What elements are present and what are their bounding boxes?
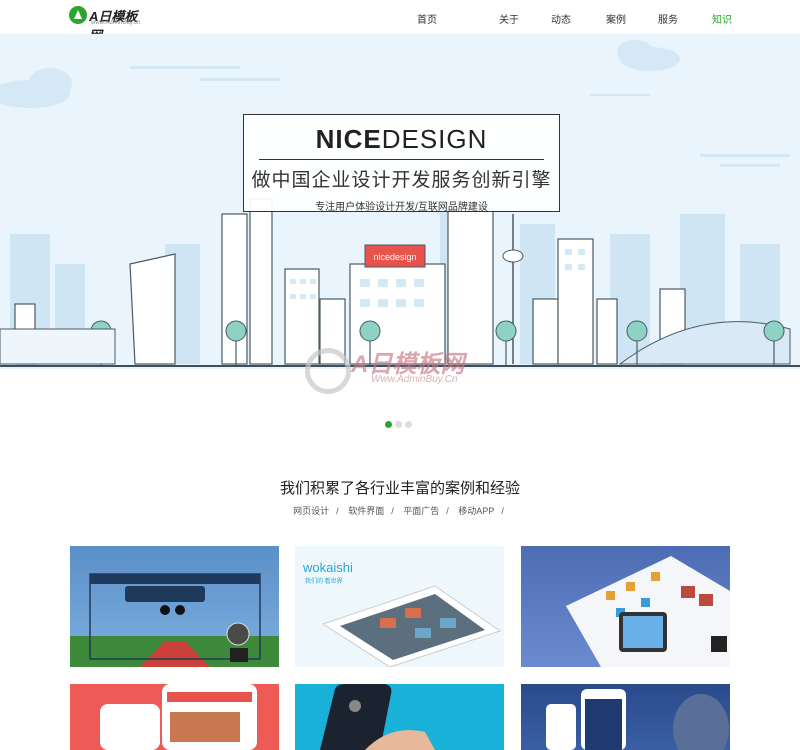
category-tags: 网页设计 / 软件界面 / 平面广告 / 移动APP /	[0, 504, 800, 517]
hero-tagline: 专注用户体验设计开发/互联网品牌建设	[315, 202, 488, 213]
hero-divider	[259, 159, 544, 160]
case-thumbnail-2: wokaishi 我们的 看世界	[302, 560, 502, 667]
hero-title: NICEDESIGN	[244, 124, 559, 155]
tag-separator: /	[336, 506, 339, 516]
site-header: A日模板网 www.AdminBuy.cn 首页 关于 动态 案例 服务 知识	[0, 0, 800, 43]
building-sign-text: nicedesign	[373, 252, 416, 262]
slider-dot-2[interactable]	[395, 421, 402, 428]
nav-item-services[interactable]: 服务	[658, 11, 678, 26]
tag-mobile-app[interactable]: 移动APP	[458, 506, 494, 516]
slider-dot-1[interactable]	[385, 421, 392, 428]
case-card-1[interactable]	[70, 546, 279, 667]
case-card-5[interactable]	[295, 684, 504, 750]
tag-separator: /	[391, 506, 394, 516]
case-thumbnail-6	[546, 689, 729, 750]
hero-banner: nicedesign NICEDESIGN 做中国企业设计开发服务创新引擎 专注…	[0, 34, 800, 434]
wokaishi-brand: wokaishi	[302, 560, 353, 575]
case-card-6[interactable]	[521, 684, 730, 750]
case-thumbnail-3	[566, 556, 730, 667]
nav-item-news[interactable]: 动态	[551, 11, 571, 26]
slider-dot-3[interactable]	[405, 421, 412, 428]
hero-subtitle: 做中国企业设计开发服务创新引擎	[251, 170, 552, 191]
nav-item-cases[interactable]: 案例	[606, 11, 626, 26]
tag-web-design[interactable]: 网页设计	[293, 506, 329, 516]
tag-separator: /	[501, 506, 504, 516]
site-logo[interactable]: A日模板网 www.AdminBuy.cn	[69, 5, 149, 43]
tag-separator: /	[446, 506, 449, 516]
hero-title-bold: NICE	[315, 124, 382, 154]
nav-item-home[interactable]: 首页	[417, 11, 437, 26]
nav-item-knowledge[interactable]: 知识	[712, 11, 732, 26]
wokaishi-tagline: 我们的 看世界	[305, 577, 343, 585]
hero-title-rest: DESIGN	[381, 124, 488, 154]
nav-item-about[interactable]: 关于	[499, 11, 519, 26]
case-thumbnail-5	[320, 684, 435, 750]
hero-textbox: NICEDESIGN 做中国企业设计开发服务创新引擎 专注用户体验设计开发/互联…	[243, 114, 560, 213]
case-card-3[interactable]	[521, 546, 730, 667]
case-thumbnail-4	[100, 684, 257, 750]
city-illustration: nicedesign	[0, 34, 800, 369]
case-card-4[interactable]	[70, 684, 279, 750]
section-title: 我们积累了各行业丰富的案例和经验	[279, 480, 520, 497]
logo-icon	[69, 6, 87, 24]
logo-subtext: www.AdminBuy.cn	[91, 20, 141, 26]
case-thumbnail-1	[70, 573, 279, 667]
tag-software-ui[interactable]: 软件界面	[348, 506, 384, 516]
tag-print-ad[interactable]: 平面广告	[403, 506, 439, 516]
case-card-2[interactable]: wokaishi 我们的 看世界	[295, 546, 504, 667]
